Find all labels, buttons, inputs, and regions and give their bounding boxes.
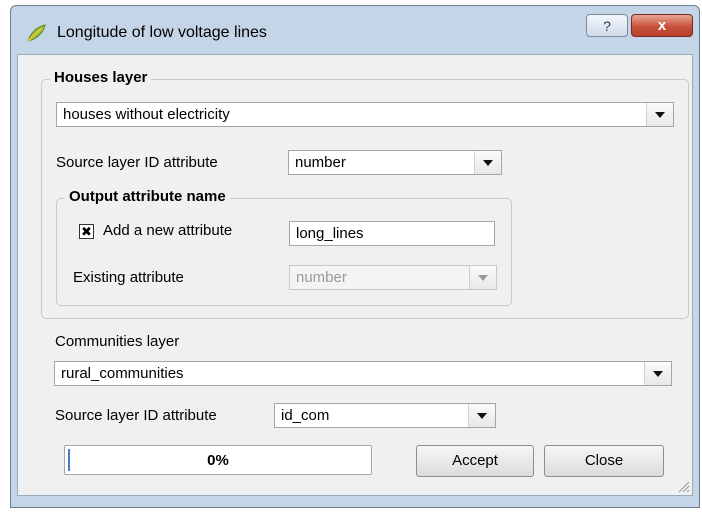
progress-bar: 0% [64, 445, 372, 475]
chevron-down-icon[interactable] [474, 151, 501, 174]
communities-layer-value: rural_communities [61, 365, 184, 382]
chevron-down-icon[interactable] [468, 404, 495, 427]
help-button[interactable]: ? [586, 14, 628, 37]
houses-layer-group: Houses layer houses without electricity … [41, 69, 689, 319]
communities-source-id-value: id_com [281, 407, 330, 424]
accept-button[interactable]: Accept [416, 445, 534, 477]
qgis-leaf-icon [27, 24, 46, 42]
houses-layer-value: houses without electricity [63, 106, 230, 123]
add-new-attribute-label[interactable]: Add a new attribute [103, 222, 232, 239]
dialog-window: Longitude of low voltage lines ? x House… [10, 5, 700, 508]
communities-source-id-label: Source layer ID attribute [55, 407, 217, 424]
new-attribute-name-value: long_lines [296, 225, 364, 242]
houses-source-id-value: number [295, 154, 346, 171]
title-bar[interactable]: Longitude of low voltage lines ? x [11, 6, 699, 54]
new-attribute-name-input[interactable]: long_lines [289, 221, 495, 246]
communities-layer-combo[interactable]: rural_communities [54, 361, 672, 386]
communities-layer-label: Communities layer [55, 333, 180, 350]
output-attribute-title: Output attribute name [65, 188, 230, 205]
houses-source-id-combo[interactable]: number [288, 150, 502, 175]
dialog-client-area: Houses layer houses without electricity … [17, 54, 693, 496]
output-attribute-group: Output attribute name ✖ Add a new attrib… [56, 188, 512, 306]
chevron-down-icon [469, 266, 496, 289]
chevron-down-icon[interactable] [644, 362, 671, 385]
houses-layer-combo[interactable]: houses without electricity [56, 102, 674, 127]
existing-attribute-combo: number [289, 265, 497, 290]
close-button[interactable]: Close [544, 445, 664, 477]
window-close-button[interactable]: x [631, 14, 693, 37]
progress-percent: 0% [207, 452, 229, 469]
chevron-down-icon[interactable] [646, 103, 673, 126]
existing-attribute-label: Existing attribute [73, 269, 184, 286]
resize-grip-icon[interactable] [676, 479, 690, 493]
houses-layer-title: Houses layer [50, 69, 152, 86]
window-title: Longitude of low voltage lines [57, 24, 267, 41]
communities-source-id-combo[interactable]: id_com [274, 403, 496, 428]
add-new-attribute-checkbox[interactable]: ✖ [79, 224, 94, 239]
houses-source-id-label: Source layer ID attribute [56, 154, 218, 171]
existing-attribute-value: number [296, 269, 347, 286]
